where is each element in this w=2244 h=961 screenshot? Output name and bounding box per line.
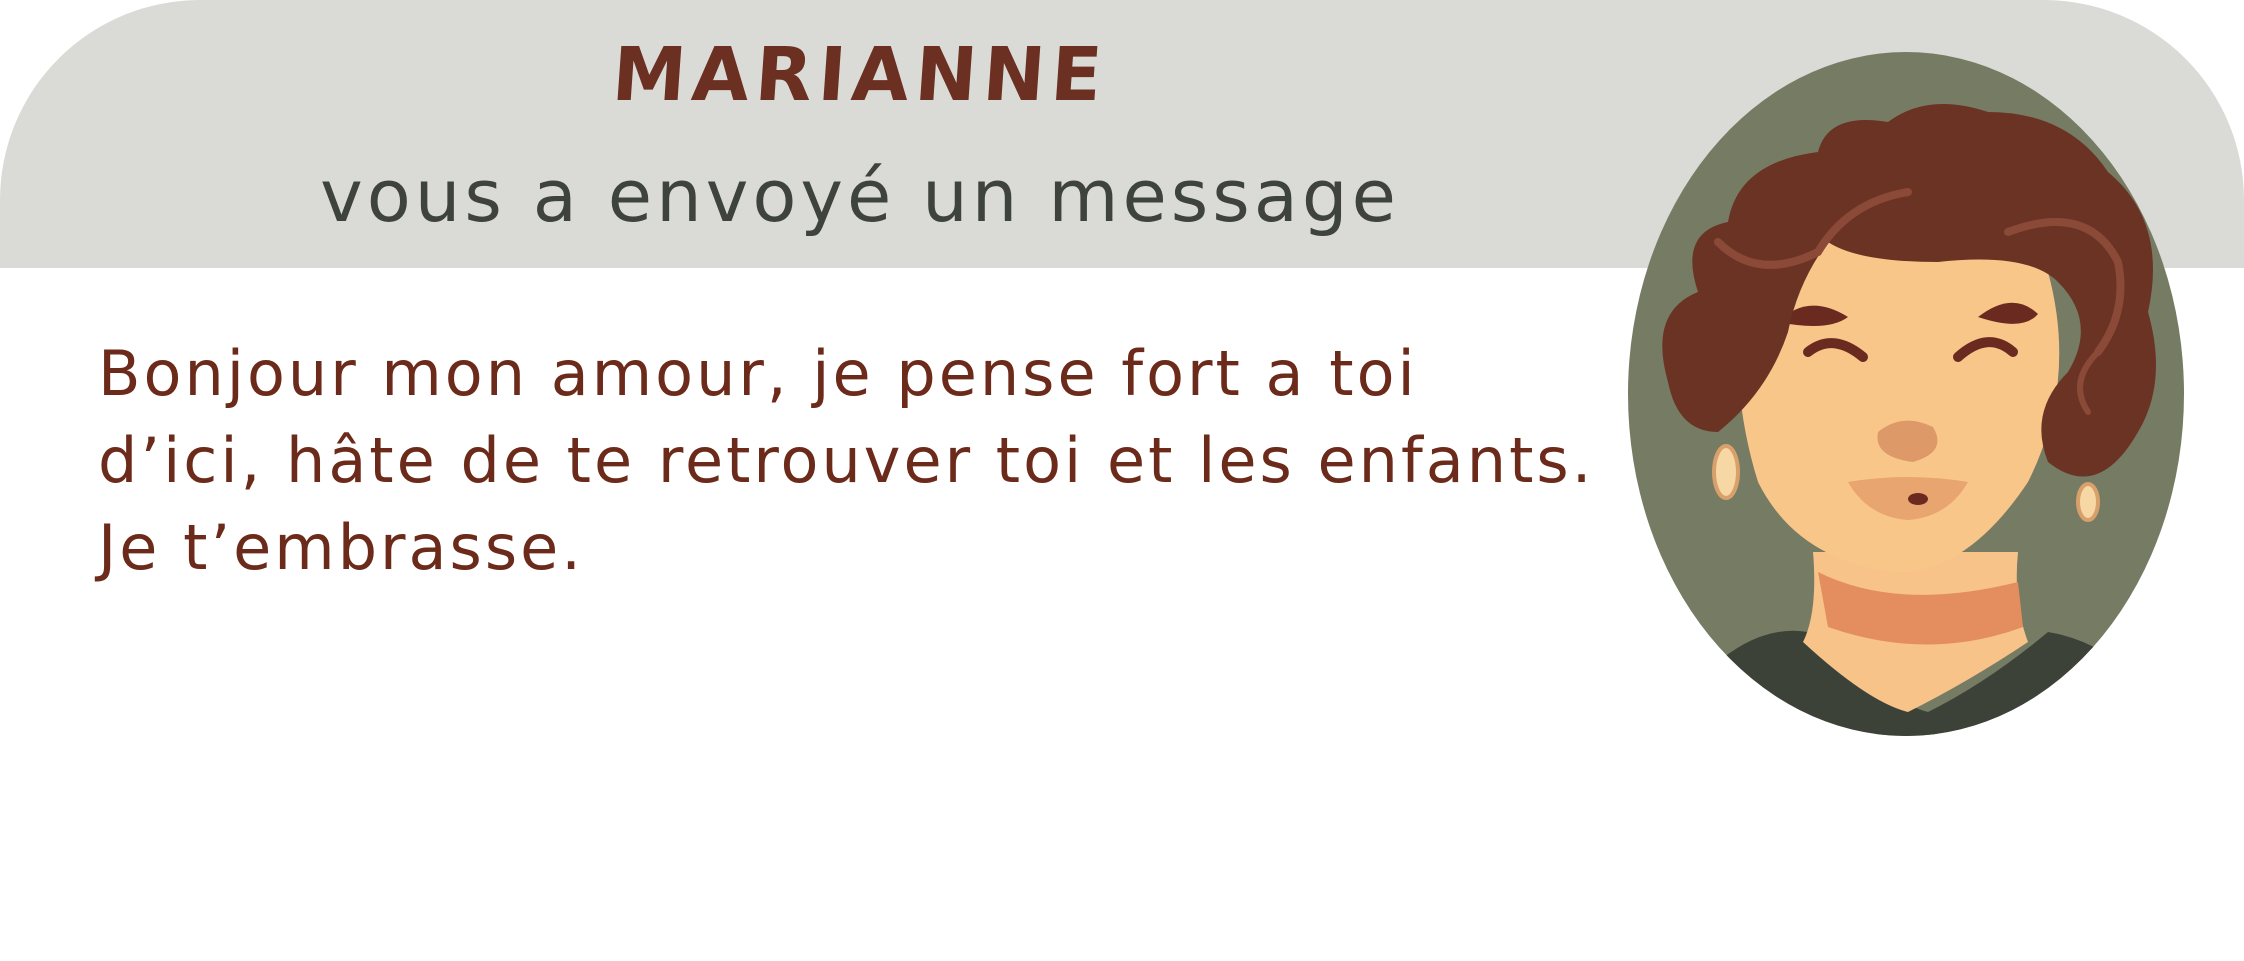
message-body: Bonjour mon amour, je pense fort a toi d… [98, 330, 1618, 591]
message-line: Bonjour mon amour, je pense fort a toi [98, 337, 1418, 410]
notification-subtitle: vous a envoyé un message [320, 154, 1400, 238]
sender-name: MARIANNE [609, 32, 1111, 118]
message-line: Je t’embrasse. [98, 511, 584, 584]
avatar-portrait-icon [1628, 52, 2184, 736]
message-notification-card[interactable]: MARIANNE vous a envoyé un message Bonjou… [0, 0, 2244, 961]
message-line: d’ici, hâte de te retrouver toi et les e… [98, 424, 1595, 497]
